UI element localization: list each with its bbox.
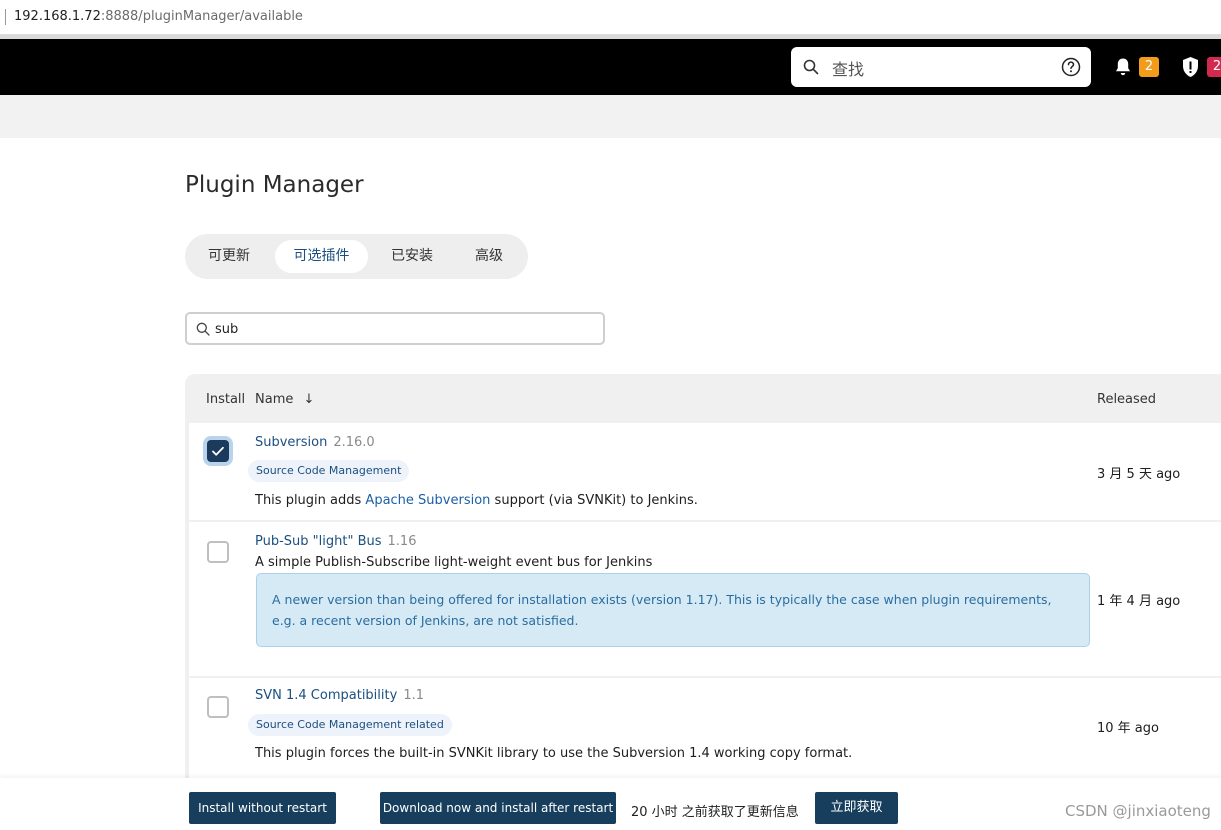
table-row: SVN 1.4 Compatibility 1.1 Source Code Man… bbox=[189, 678, 1221, 778]
bell-icon[interactable] bbox=[1114, 57, 1132, 77]
search-icon bbox=[803, 59, 819, 75]
download-install-after-restart-button[interactable]: Download now and install after restart bbox=[380, 792, 616, 824]
released-date: 10 年 ago bbox=[1097, 721, 1159, 736]
column-header-released[interactable]: Released bbox=[1097, 392, 1156, 407]
install-without-restart-button[interactable]: Install without restart bbox=[189, 792, 336, 824]
column-header-name-label: Name bbox=[255, 392, 294, 407]
column-header-install: Install bbox=[206, 392, 246, 407]
fetch-now-button[interactable]: 立即获取 bbox=[815, 792, 898, 824]
breadcrumb-bar bbox=[0, 95, 1221, 138]
plugin-name: Subversion bbox=[255, 435, 328, 450]
checkmark-icon bbox=[212, 446, 224, 456]
sort-arrow-icon: ↓ bbox=[303, 392, 315, 407]
shield-icon[interactable] bbox=[1181, 56, 1200, 78]
url-host: 192.168.1.72 bbox=[14, 9, 101, 24]
tab-updates[interactable]: 可更新 bbox=[193, 240, 265, 273]
plugin-filter-box[interactable] bbox=[185, 312, 605, 345]
apache-subversion-link[interactable]: Apache Subversion bbox=[365, 493, 490, 508]
url-path: :8888/pluginManager/available bbox=[100, 9, 303, 24]
released-date: 1 年 4 月 ago bbox=[1097, 594, 1181, 609]
description-text: This plugin adds bbox=[255, 493, 366, 508]
plugin-description: This plugin adds Apache Subversion suppo… bbox=[255, 493, 698, 508]
page-title: Plugin Manager bbox=[185, 172, 364, 198]
table-row: Subversion 2.16.0 Source Code Management … bbox=[189, 423, 1221, 520]
url-caret bbox=[5, 9, 6, 25]
security-badge[interactable]: 2 bbox=[1207, 57, 1221, 77]
category-tag[interactable]: Source Code Management bbox=[248, 460, 410, 482]
watermark: CSDN @jinxiaoteng bbox=[1065, 802, 1211, 820]
install-checkbox[interactable] bbox=[207, 440, 229, 462]
plugin-filter-input[interactable] bbox=[215, 319, 595, 339]
bottom-action-bar: Install without restart Download now and… bbox=[0, 778, 1221, 830]
global-search-box[interactable]: 查找 bbox=[791, 47, 1091, 87]
top-header-bar: 查找 2 2 bbox=[0, 39, 1221, 95]
help-icon[interactable] bbox=[1061, 57, 1081, 77]
notifications-badge[interactable]: 2 bbox=[1139, 57, 1159, 77]
tab-advanced[interactable]: 高级 bbox=[457, 240, 521, 273]
plugin-name: Pub-Sub "light" Bus bbox=[255, 534, 382, 549]
plugin-version: 1.16 bbox=[387, 534, 417, 549]
plugin-version: 2.16.0 bbox=[333, 435, 375, 450]
description-text: support (via SVNKit) to Jenkins. bbox=[490, 493, 698, 508]
install-checkbox[interactable] bbox=[207, 696, 229, 718]
tab-bar: 可更新 可选插件 已安装 高级 bbox=[185, 234, 528, 279]
category-tag[interactable]: Source Code Management related bbox=[248, 714, 452, 736]
browser-url-bar[interactable]: 192.168.1.72:8888/pluginManager/availabl… bbox=[0, 0, 1221, 35]
plugin-name: SVN 1.4 Compatibility bbox=[255, 688, 398, 703]
newer-version-notice: A newer version than being offered for i… bbox=[256, 573, 1090, 647]
column-header-name[interactable]: Name ↓ bbox=[255, 392, 314, 407]
search-icon bbox=[196, 322, 210, 336]
table-row: Pub-Sub "light" Bus 1.16 A simple Publish… bbox=[189, 522, 1221, 676]
install-checkbox[interactable] bbox=[207, 541, 229, 563]
released-date: 3 月 5 天 ago bbox=[1097, 467, 1181, 482]
plugin-description: This plugin forces the built-in SVNKit l… bbox=[255, 746, 853, 761]
plugin-description: A simple Publish-Subscribe light-weight … bbox=[255, 555, 653, 570]
tab-available[interactable]: 可选插件 bbox=[275, 240, 368, 273]
update-info-text: 20 小时 之前获取了更新信息 bbox=[631, 805, 799, 820]
search-placeholder: 查找 bbox=[832, 60, 865, 79]
plugin-name-link[interactable]: SVN 1.4 Compatibility 1.1 bbox=[255, 688, 424, 703]
url-text[interactable]: 192.168.1.72:8888/pluginManager/availabl… bbox=[14, 9, 303, 24]
plugin-version: 1.1 bbox=[403, 688, 424, 703]
plugin-name-link[interactable]: Subversion 2.16.0 bbox=[255, 435, 375, 450]
plugin-name-link[interactable]: Pub-Sub "light" Bus 1.16 bbox=[255, 534, 416, 549]
tab-installed[interactable]: 已安装 bbox=[375, 240, 449, 273]
plugin-table: Install Name ↓ Released Subversion 2.16.0… bbox=[185, 374, 1221, 830]
